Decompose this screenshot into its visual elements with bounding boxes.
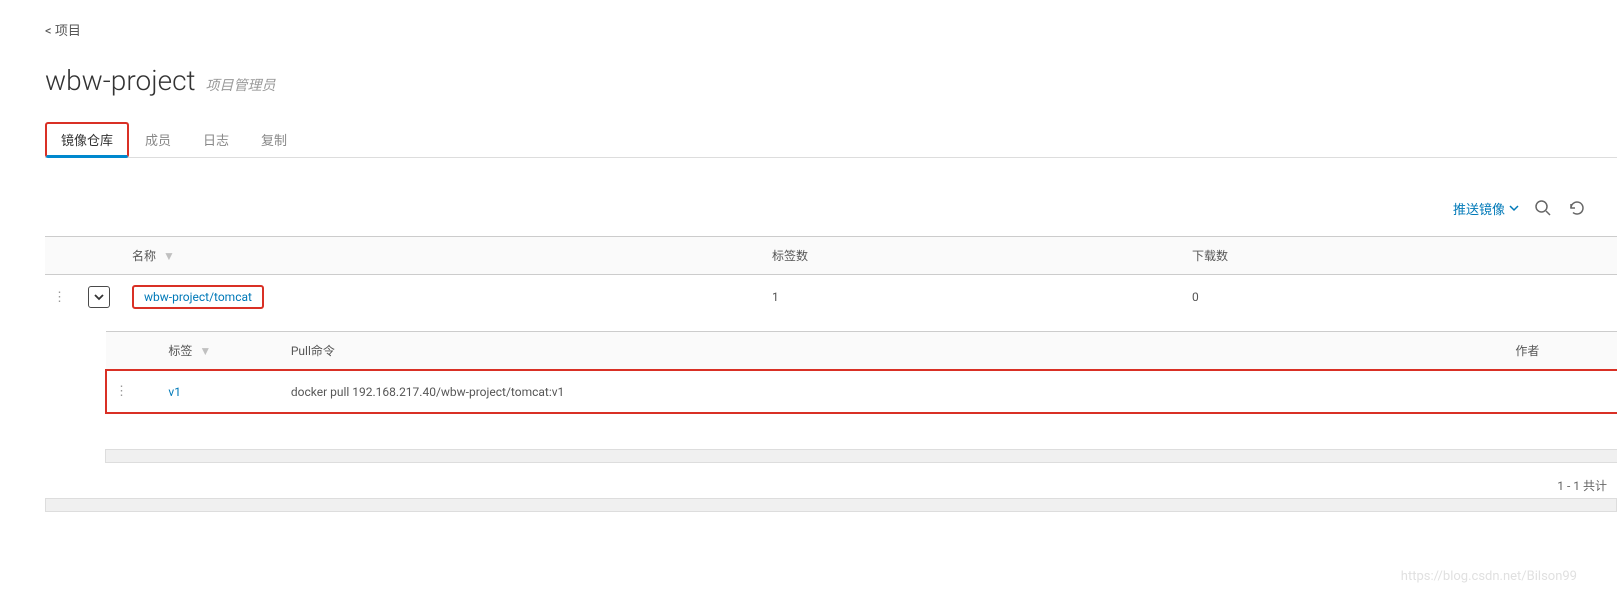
col-name-label: 名称 (132, 249, 156, 263)
col-tag[interactable]: 标签 ▼ (160, 332, 282, 371)
outer-scrollbar[interactable] (45, 498, 1617, 512)
back-link[interactable]: < 项目 (45, 20, 81, 39)
col-name[interactable]: 名称 ▼ (124, 237, 764, 275)
col-tags[interactable]: 标签数 (764, 237, 1184, 275)
push-image-button[interactable]: 推送镜像 (1453, 199, 1519, 218)
push-image-label: 推送镜像 (1453, 199, 1505, 218)
project-role: 项目管理员 (206, 75, 276, 95)
col-author[interactable]: 作者 (1507, 332, 1617, 371)
repo-table: 名称 ▼ 标签数 下载数 ⋮ (45, 236, 1617, 463)
author-cell (1507, 370, 1617, 413)
tag-row[interactable]: ⋮ v1 docker pull 192.168.217.40/wbw-proj… (106, 370, 1617, 413)
col-tag-label: 标签 (168, 344, 192, 358)
pull-command: docker pull 192.168.217.40/wbw-project/t… (283, 370, 1507, 413)
repo-table-wrap: 名称 ▼ 标签数 下载数 ⋮ (45, 236, 1617, 512)
repo-name-text: wbw-project/tomcat (144, 290, 252, 304)
repo-pulls-count: 0 (1184, 275, 1617, 320)
tab-repos[interactable]: 镜像仓库 (45, 122, 129, 158)
project-title: wbw-project (45, 64, 196, 97)
row-menu-icon[interactable]: ⋮ (115, 384, 128, 399)
filter-icon[interactable]: ▼ (163, 249, 175, 263)
outer-range: 1 - 1 共计 (45, 463, 1617, 498)
inner-range: 1 - 1 共计 (105, 414, 1617, 449)
filter-icon[interactable]: ▼ (199, 344, 211, 358)
chevron-down-icon (93, 291, 105, 303)
tab-logs[interactable]: 日志 (187, 122, 245, 157)
drag-handle-icon[interactable]: ⋮ (53, 290, 66, 305)
tags-table: 标签 ▼ Pull命令 作者 创建时间 Docker 版本 ▼ (105, 331, 1617, 414)
expand-toggle[interactable] (88, 286, 110, 308)
chevron-down-icon (1509, 203, 1519, 213)
repo-tags-count: 1 (764, 275, 1184, 320)
col-pull-cmd[interactable]: Pull命令 (283, 332, 1507, 371)
watermark: https://blog.csdn.net/Bilson99 (1401, 569, 1577, 584)
tags-table-wrap: 标签 ▼ Pull命令 作者 创建时间 Docker 版本 ▼ (105, 331, 1617, 463)
refresh-icon[interactable] (1567, 198, 1587, 218)
toolbar: 推送镜像 (45, 198, 1617, 218)
table-row[interactable]: ⋮ wbw-project/tomcat 1 0 (45, 275, 1617, 320)
tab-replication[interactable]: 复制 (245, 122, 303, 157)
tag-link[interactable]: v1 (168, 385, 181, 399)
inner-scrollbar[interactable] (105, 449, 1617, 463)
col-pulls[interactable]: 下载数 (1184, 237, 1617, 275)
tab-members[interactable]: 成员 (129, 122, 187, 157)
repo-name-link[interactable]: wbw-project/tomcat (132, 285, 264, 309)
search-icon[interactable] (1533, 198, 1553, 218)
tabs: 镜像仓库 成员 日志 复制 (45, 122, 1617, 158)
title-row: wbw-project 项目管理员 (45, 64, 1617, 97)
